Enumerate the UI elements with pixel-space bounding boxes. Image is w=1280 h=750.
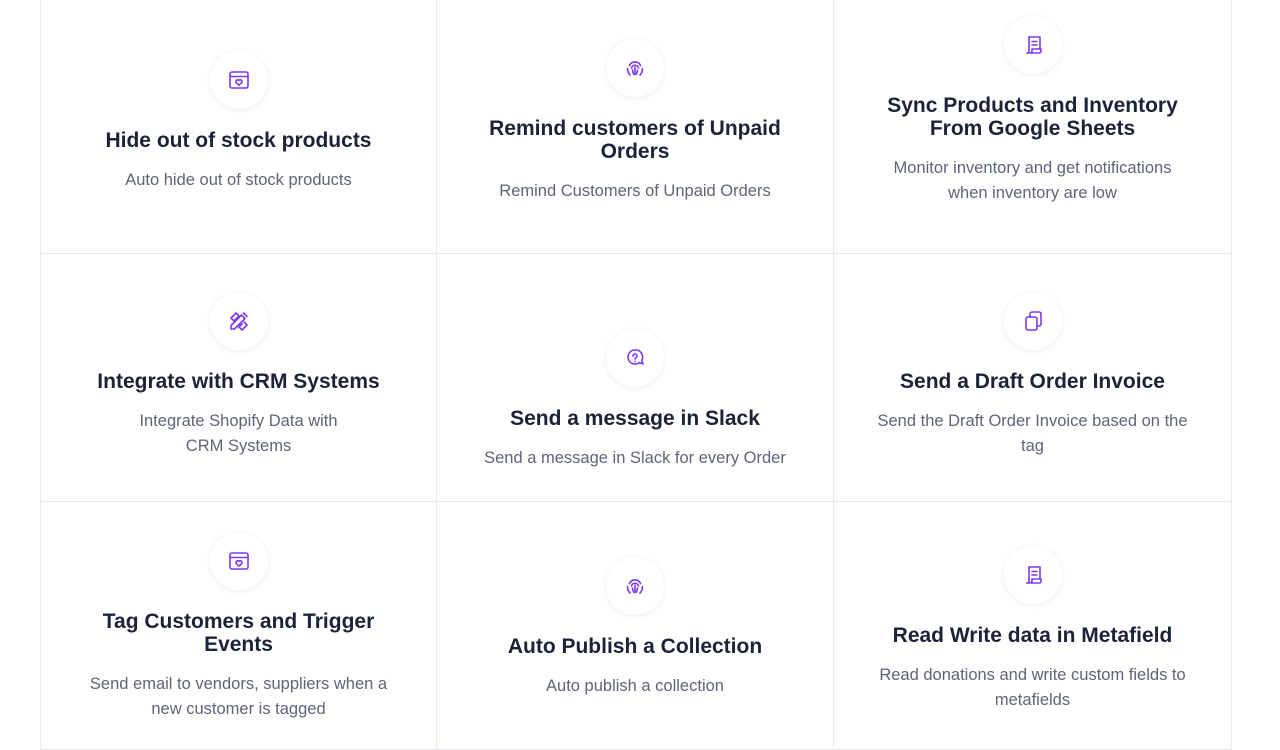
card-description: Send a message in Slack for every Order <box>484 448 786 467</box>
card-title: Auto Publish a Collection <box>507 635 763 658</box>
card-integrate-crm[interactable]: Integrate with CRM Systems Integrate Sho… <box>40 254 437 502</box>
icon-badge <box>209 532 268 590</box>
scroll-icon <box>1025 566 1042 584</box>
card-description: Monitor inventory and get notifications … <box>893 158 1172 202</box>
icon-badge <box>1003 546 1062 604</box>
card-title: Tag Customers and Trigger Events <box>102 610 375 656</box>
automation-templates-grid: Hide out of stock products Auto hide out… <box>40 0 1232 750</box>
card-description: Send email to vendors, suppliers when a … <box>89 675 388 718</box>
card-description: Remind Customers of Unpaid Orders <box>499 182 771 200</box>
icon-badge <box>209 292 268 350</box>
card-remind-unpaid-orders[interactable]: Remind customers of Unpaid Orders Remind… <box>437 0 834 254</box>
card-hide-out-of-stock[interactable]: Hide out of stock products Auto hide out… <box>40 0 437 254</box>
card-auto-publish-collection[interactable]: Auto Publish a Collection Auto publish a… <box>437 502 834 750</box>
icon-badge <box>209 50 268 109</box>
card-sync-google-sheets[interactable]: Sync Products and Inventory From Google … <box>834 0 1232 254</box>
card-title: Integrate with CRM Systems <box>97 370 380 393</box>
fingerprint-icon <box>626 579 644 594</box>
icon-badge <box>1003 15 1062 74</box>
browser-heart-icon <box>228 70 249 89</box>
card-slack-message[interactable]: Send a message in Slack Send a message i… <box>437 254 834 502</box>
icon-badge <box>1003 292 1062 350</box>
pencil-ruler-icon <box>229 312 248 331</box>
copy-icon <box>1024 311 1042 331</box>
card-description: Read donations and write custom fields t… <box>879 666 1186 709</box>
card-title: Remind customers of Unpaid Orders <box>489 117 781 163</box>
card-title: Hide out of stock products <box>105 128 372 152</box>
card-description: Auto hide out of stock products <box>125 170 352 189</box>
card-title: Read Write data in Metafield <box>892 624 1173 647</box>
fingerprint-icon <box>626 61 644 76</box>
icon-badge <box>606 557 664 615</box>
icon-badge <box>606 39 664 97</box>
browser-heart-icon <box>228 552 249 570</box>
card-read-write-metafield[interactable]: Read Write data in Metafield Read donati… <box>834 502 1232 750</box>
card-description: Integrate Shopify Data with CRM Systems <box>139 412 338 455</box>
card-title: Sync Products and Inventory From Google … <box>887 93 1178 140</box>
card-tag-customers[interactable]: Tag Customers and Trigger Events Send em… <box>40 502 437 750</box>
card-title: Send a Draft Order Invoice <box>900 370 1165 393</box>
icon-badge <box>606 328 664 387</box>
chat-question-icon <box>627 348 644 365</box>
card-description: Send the Draft Order Invoice based on th… <box>877 412 1188 455</box>
scroll-icon <box>1025 35 1042 54</box>
card-description: Auto publish a collection <box>546 677 724 695</box>
card-title: Send a message in Slack <box>510 406 760 430</box>
card-draft-order-invoice[interactable]: Send a Draft Order Invoice Send the Draf… <box>834 254 1232 502</box>
